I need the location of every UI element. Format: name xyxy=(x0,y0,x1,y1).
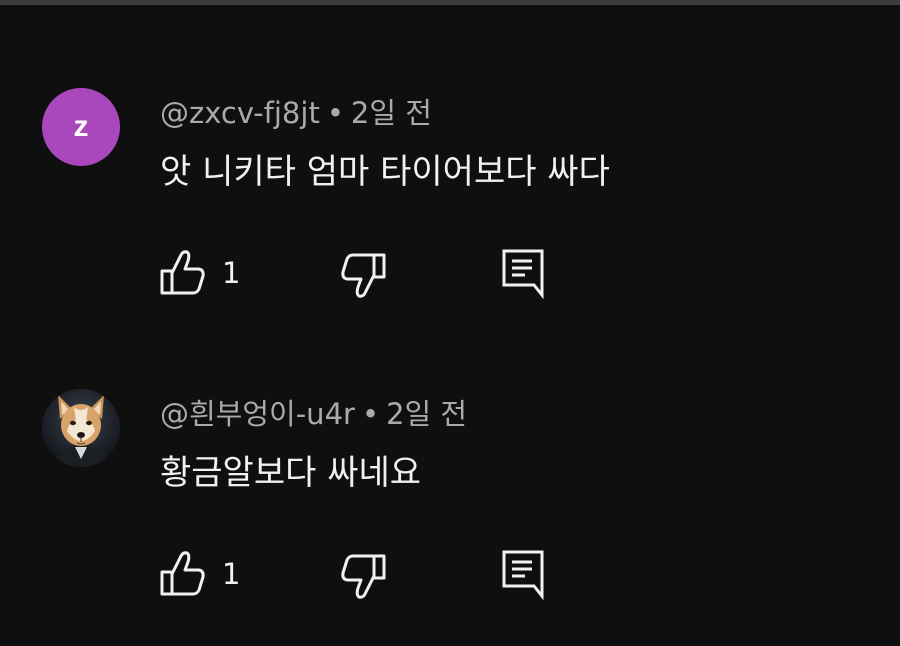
dog-avatar-image xyxy=(42,389,120,467)
comment-timestamp[interactable]: 2일 전 xyxy=(386,397,467,431)
comment-text: 앗 니키타 엄마 타이어보다 싸다 xyxy=(160,152,610,192)
meta-separator: • xyxy=(326,96,344,130)
comment-text: 황금알보다 싸네요 xyxy=(160,453,422,493)
like-count: 1 xyxy=(222,557,241,591)
avatar[interactable] xyxy=(42,389,120,467)
thumb-up-icon xyxy=(160,250,205,295)
like-button[interactable] xyxy=(158,249,208,297)
meta-separator: • xyxy=(361,397,380,431)
author-handle[interactable]: @zxcv-fj8jt xyxy=(160,96,320,130)
comment-reply-icon xyxy=(502,249,544,299)
like-button[interactable] xyxy=(158,550,208,598)
avatar[interactable]: z xyxy=(42,88,120,166)
thumb-up-icon xyxy=(160,551,205,596)
author-handle[interactable]: @흰부엉이-u4r xyxy=(160,397,355,431)
like-count: 1 xyxy=(222,256,241,290)
avatar-letter: z xyxy=(73,110,89,143)
comment-meta: @zxcv-fj8jt • 2일 전 xyxy=(160,95,432,131)
thumb-down-icon xyxy=(341,554,386,599)
thumb-down-icon xyxy=(341,253,386,298)
dislike-button[interactable] xyxy=(338,251,388,299)
comment-actions: 1 xyxy=(0,247,900,301)
comment-meta: @흰부엉이-u4r • 2일 전 xyxy=(160,396,467,432)
comment-actions: 1 xyxy=(0,548,900,602)
reply-button[interactable] xyxy=(499,247,547,299)
comment-timestamp[interactable]: 2일 전 xyxy=(351,96,432,130)
comment-reply-icon xyxy=(502,550,544,600)
dislike-button[interactable] xyxy=(338,552,388,600)
reply-button[interactable] xyxy=(499,548,547,600)
top-divider xyxy=(0,0,900,5)
